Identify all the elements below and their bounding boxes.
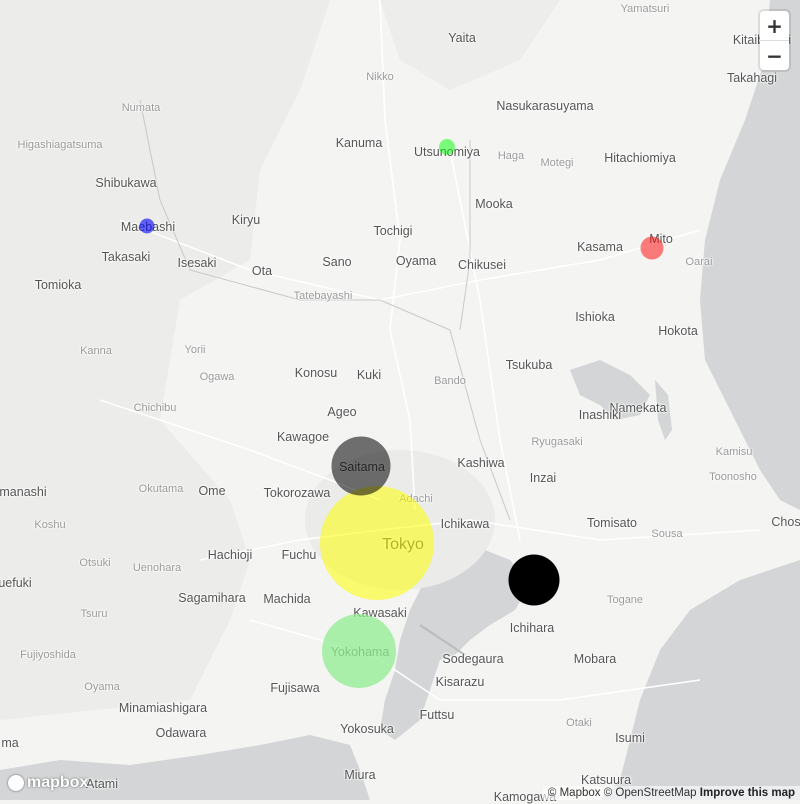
zoom-out-button[interactable]: − xyxy=(760,40,789,70)
place-label: manashi xyxy=(0,485,47,499)
place-label: Konosu xyxy=(294,366,338,380)
place-label: Togane xyxy=(606,594,644,606)
place-label: Sagamihara xyxy=(178,591,246,605)
place-label: Hitachiomiya xyxy=(604,151,676,165)
place-label: Tokorozawa xyxy=(263,486,331,500)
place-label: Ogawa xyxy=(199,371,235,383)
place-label: Ryugasaki xyxy=(531,436,583,448)
place-label: Haga xyxy=(497,150,525,162)
utsunomiya-marker[interactable] xyxy=(439,139,455,155)
maebashi-marker[interactable] xyxy=(139,218,155,234)
place-label: Tomioka xyxy=(34,278,82,292)
yokohama-marker[interactable] xyxy=(322,614,396,688)
place-label: Motegi xyxy=(540,157,574,169)
zoom-control: + − xyxy=(760,11,789,70)
place-label: Hokota xyxy=(658,324,698,338)
place-label: Sousa xyxy=(651,528,683,540)
place-label: Machida xyxy=(263,592,311,606)
place-label: Chichibu xyxy=(133,402,177,414)
place-label: Yorii xyxy=(184,344,206,356)
place-label: Kashiwa xyxy=(457,456,505,470)
attribution-mapbox-link[interactable]: © Mapbox xyxy=(548,787,601,799)
place-label: Tatebayashi xyxy=(293,290,353,302)
place-label: ma xyxy=(1,736,19,750)
place-label: Uenohara xyxy=(132,562,182,574)
map-canvas[interactable]: YamatsuriYaitaKitaibarakiTakahagiNikkoNu… xyxy=(0,0,800,804)
place-label: Futtsu xyxy=(419,708,455,722)
place-label: Numata xyxy=(121,102,161,114)
place-label: Isesaki xyxy=(177,256,217,270)
tokyo-marker[interactable] xyxy=(320,486,434,600)
improve-map-link[interactable]: Improve this map xyxy=(700,787,795,799)
place-label: Ishioka xyxy=(575,310,615,324)
place-label: Oyama xyxy=(395,254,437,268)
place-label: Hachioji xyxy=(207,548,253,562)
place-label: Minamiashigara xyxy=(118,701,208,715)
zoom-in-button[interactable]: + xyxy=(760,11,789,40)
place-label: Inashiki xyxy=(578,408,622,422)
place-label: Koshu xyxy=(34,519,66,531)
place-label: Kanuma xyxy=(335,136,383,150)
attribution: © Mapbox © OpenStreetMap Improve this ma… xyxy=(542,786,800,800)
place-label: Mooka xyxy=(475,197,513,211)
place-label: Nasukarasuyama xyxy=(496,99,594,113)
place-label: Fujisawa xyxy=(270,681,320,695)
place-label: Kanna xyxy=(80,345,112,357)
place-label: Takahagi xyxy=(726,71,778,85)
place-label: Katsuura xyxy=(580,773,632,787)
place-label: Tomisato xyxy=(586,516,638,530)
place-label: Toonosho xyxy=(709,471,757,483)
place-label: Miura xyxy=(344,768,376,782)
place-label: Tsukuba xyxy=(505,358,553,372)
place-label: Kasama xyxy=(577,240,623,254)
place-label: Otsuki xyxy=(79,557,111,569)
place-label: Yokosuka xyxy=(340,722,394,736)
place-label: Mobara xyxy=(573,652,617,666)
place-label: Ichikawa xyxy=(440,517,490,531)
place-label: Tochigi xyxy=(373,224,413,238)
place-label: Okutama xyxy=(138,483,184,495)
place-label: Kawagoe xyxy=(276,430,330,444)
place-label: Sodegaura xyxy=(442,652,504,666)
mapbox-logo-icon xyxy=(8,775,24,791)
attribution-osm-link[interactable]: © OpenStreetMap xyxy=(604,787,697,799)
mapbox-logo[interactable]: mapbox xyxy=(8,774,88,792)
place-label: Yamatsuri xyxy=(620,3,670,15)
place-label: Isumi xyxy=(615,731,645,745)
place-label: Odawara xyxy=(155,726,207,740)
place-label: Ota xyxy=(251,264,273,278)
place-label: Oyama xyxy=(84,681,120,693)
place-label: Ichihara xyxy=(509,621,555,635)
place-label: Takasaki xyxy=(101,250,151,264)
place-label: Tsuru xyxy=(80,608,108,620)
place-label: Nikko xyxy=(366,71,394,83)
place-label: Kisarazu xyxy=(435,675,485,689)
place-label: Kamisu xyxy=(715,446,753,458)
mapbox-logo-text: mapbox xyxy=(27,774,89,791)
mito-marker[interactable] xyxy=(640,236,664,260)
place-label: Yaita xyxy=(448,31,476,45)
place-label: Ageo xyxy=(327,405,357,419)
place-label: Bando xyxy=(434,375,466,387)
basemap xyxy=(0,0,800,800)
place-label: Fujiyoshida xyxy=(20,649,76,661)
place-label: Sano xyxy=(322,255,352,269)
place-label: Kuki xyxy=(356,368,382,382)
place-label: Higashiagatsuma xyxy=(17,139,103,151)
place-label: Ome xyxy=(198,484,226,498)
place-label: uefuki xyxy=(0,576,32,590)
place-label: Kiryu xyxy=(231,213,261,227)
saitama-marker[interactable] xyxy=(331,436,391,496)
place-label: Fuchu xyxy=(281,548,317,562)
place-label: Chos xyxy=(771,515,800,529)
place-label: Oarai xyxy=(685,256,713,268)
place-label: Shibukawa xyxy=(95,176,157,190)
chiba-marker[interactable] xyxy=(508,554,560,606)
place-label: Atami xyxy=(86,777,118,791)
place-label: Inzai xyxy=(529,471,557,485)
place-label: Chikusei xyxy=(458,258,506,272)
place-label: Otaki xyxy=(566,717,592,729)
